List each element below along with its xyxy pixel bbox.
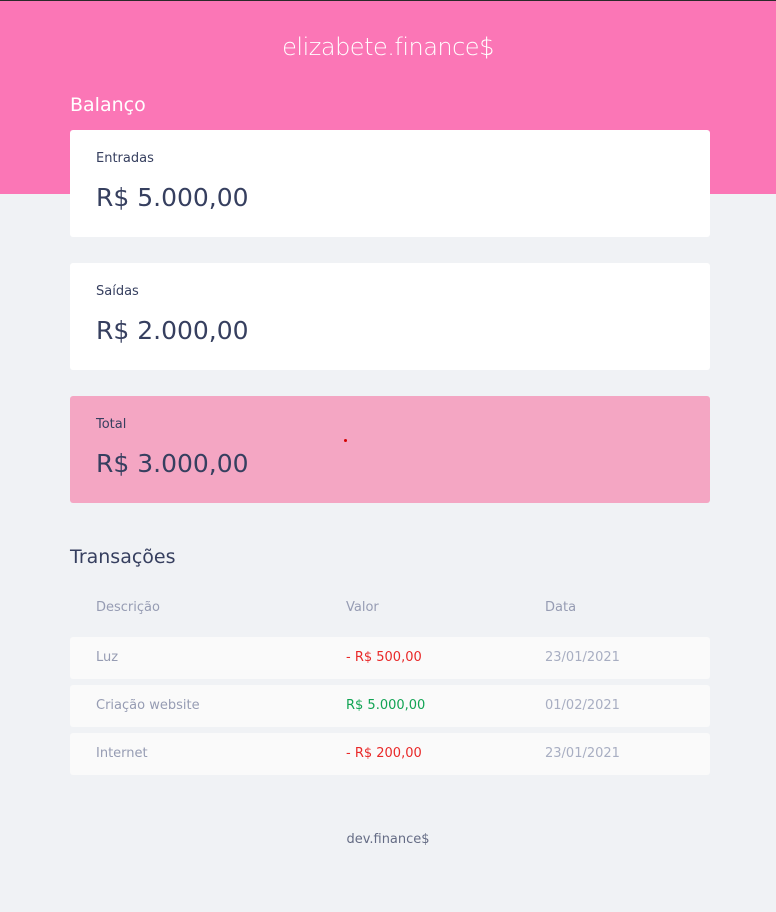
column-header-date: Data [545, 600, 577, 615]
transaction-description: Internet [96, 746, 148, 761]
transaction-description: Criação website [96, 698, 200, 713]
transaction-date: 23/01/2021 [545, 650, 620, 665]
total-card: Total R$ 3.000,00 [70, 396, 710, 503]
column-header-value: Valor [346, 600, 379, 615]
transaction-value: R$ 5.000,00 [346, 698, 426, 713]
transaction-description: Luz [96, 650, 119, 665]
income-amount: R$ 5.000,00 [96, 183, 249, 212]
column-header-description: Descrição [96, 600, 160, 615]
transaction-value: - R$ 200,00 [346, 746, 422, 761]
total-label: Total [96, 417, 127, 432]
transaction-value: - R$ 500,00 [346, 650, 422, 665]
income-card: Entradas R$ 5.000,00 [70, 130, 710, 237]
expense-card: Saídas R$ 2.000,00 [70, 263, 710, 370]
table-row[interactable]: Internet - R$ 200,00 23/01/2021 [70, 733, 710, 775]
cursor-dot [344, 439, 347, 442]
transaction-date: 23/01/2021 [545, 746, 620, 761]
table-row[interactable]: Criação website R$ 5.000,00 01/02/2021 [70, 685, 710, 727]
transaction-date: 01/02/2021 [545, 698, 620, 713]
expense-amount: R$ 2.000,00 [96, 316, 249, 345]
page-footer: dev.finance$ [346, 832, 430, 847]
balance-title: Balanço [70, 94, 146, 116]
expense-label: Saídas [96, 284, 139, 299]
income-label: Entradas [96, 151, 154, 166]
app-logo: elizabete.finance$ [282, 33, 494, 61]
total-amount: R$ 3.000,00 [96, 449, 249, 478]
transactions-title: Transações [70, 546, 176, 568]
table-row[interactable]: Luz - R$ 500,00 23/01/2021 [70, 637, 710, 679]
transactions-table-header: Descrição Valor Data [70, 600, 710, 620]
